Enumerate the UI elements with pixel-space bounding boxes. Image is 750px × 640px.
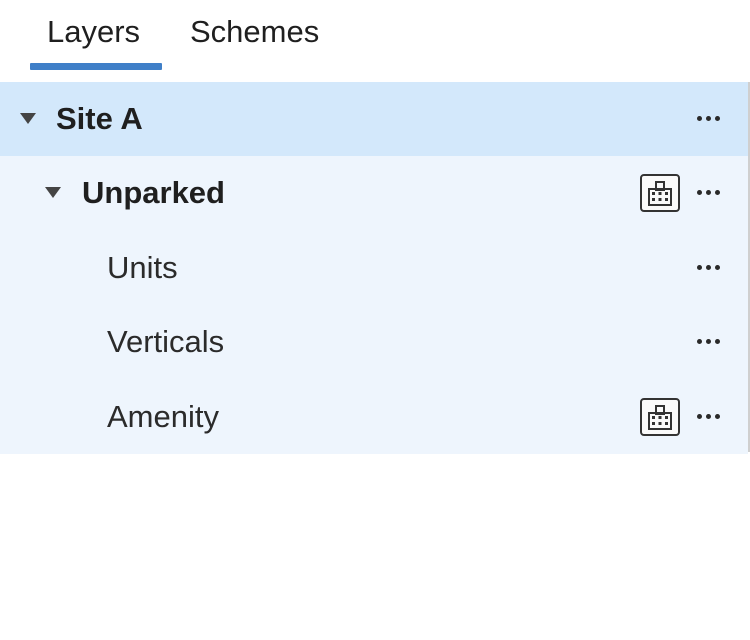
tree-row-unparked[interactable]: Unparked (0, 156, 748, 231)
tree-row-label: Site A (56, 101, 143, 136)
tree-row-label: Verticals (107, 324, 225, 359)
tab-bar: Layers Schemes (0, 0, 750, 72)
tab-schemes[interactable]: Schemes (190, 14, 319, 50)
active-tab-indicator (30, 63, 162, 70)
tree-row-amenity[interactable]: Amenity (0, 379, 748, 454)
tree-row-verticals[interactable]: Verticals (0, 305, 748, 380)
tab-layers[interactable]: Layers (47, 14, 140, 50)
tree-row-label: Unparked (82, 175, 225, 210)
layer-tree: Site A Unparked Units Verticals Amenity (0, 82, 750, 454)
more-horizontal-icon[interactable] (696, 259, 722, 277)
tree-row-units[interactable]: Units (0, 230, 748, 305)
more-horizontal-icon[interactable] (696, 110, 722, 128)
tree-row-label: Amenity (107, 398, 219, 434)
building-icon[interactable] (640, 397, 680, 436)
tree-row-site-a[interactable]: Site A (0, 82, 748, 156)
caret-down-icon[interactable] (20, 113, 36, 124)
building-icon[interactable] (640, 174, 680, 212)
tree-row-label: Units (107, 249, 178, 285)
more-horizontal-icon[interactable] (696, 408, 722, 426)
caret-down-icon[interactable] (45, 187, 61, 198)
more-horizontal-icon[interactable] (696, 333, 722, 351)
more-horizontal-icon[interactable] (696, 184, 722, 202)
